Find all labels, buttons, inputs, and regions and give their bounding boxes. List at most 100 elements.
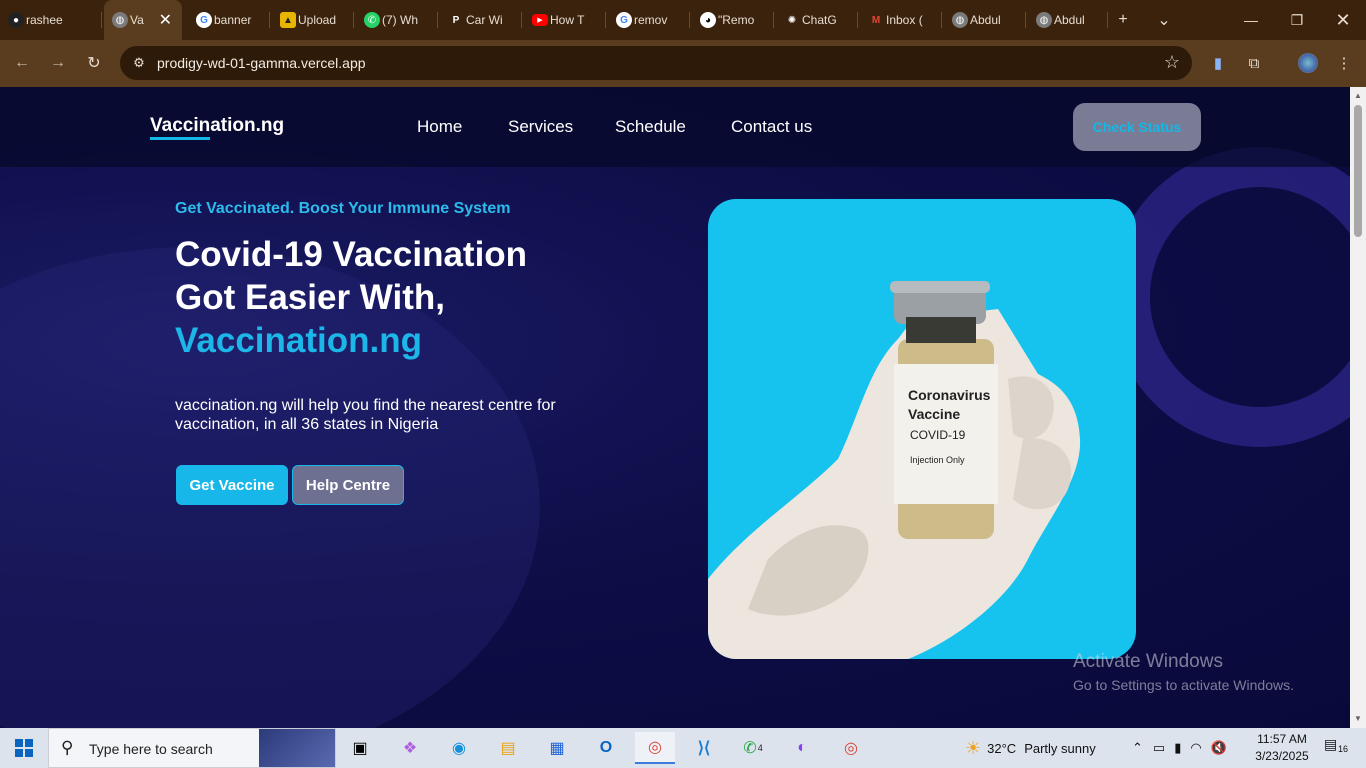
browser-tab[interactable]: ◕ "Remo (692, 0, 774, 40)
search-icon: ⚲ (61, 738, 74, 757)
forward-icon[interactable]: → (46, 51, 70, 75)
site-settings-icon[interactable]: ⚙ (130, 54, 148, 72)
file-explorer-icon[interactable]: ▤ (488, 732, 528, 764)
chatgpt-icon: ✺ (787, 14, 797, 26)
browser-tab-active[interactable]: ◍ Va ✕ (104, 0, 182, 40)
nav-services[interactable]: Services (508, 117, 573, 137)
hero-headline-line2: Got Easier With, (175, 278, 446, 317)
browser-tab[interactable]: ✺ ChatG (776, 0, 858, 40)
tab-search-button[interactable]: ⌄ (1152, 8, 1176, 32)
address-bar[interactable]: ⚙ prodigy-wd-01-gamma.vercel.app ☆ (120, 46, 1192, 80)
hero-headline-line1: Covid-19 Vaccination (175, 235, 528, 274)
vial-label-line2: Vaccine (908, 406, 961, 422)
nav-home[interactable]: Home (417, 117, 462, 137)
system-tray-icons: ⌃ ▭ ▮ ◠ 🔇 (1132, 728, 1227, 768)
wifi-icon[interactable]: ◠ (1190, 740, 1201, 756)
minimize-icon[interactable]: — (1228, 0, 1274, 40)
whatsapp-badge: 4 (757, 743, 763, 753)
microsoft-store-icon[interactable]: ▦ (537, 732, 577, 764)
back-icon[interactable]: ← (10, 51, 34, 75)
help-centre-button[interactable]: Help Centre (292, 465, 404, 505)
chevron-up-icon[interactable]: ⌃ (1132, 740, 1143, 756)
scroll-up-icon[interactable]: ▲ (1354, 91, 1362, 100)
tab-label: remov (634, 13, 668, 27)
browser-tab[interactable]: G remov (608, 0, 690, 40)
tab-label: (7) Wh (382, 13, 418, 27)
close-window-icon[interactable]: ✕ (1320, 0, 1366, 40)
gmail-icon: M (871, 14, 881, 26)
edge-icon[interactable]: ◉ (439, 732, 479, 764)
meet-now-icon[interactable]: ▭ (1153, 740, 1165, 756)
vial-label-line1: Coronavirus (908, 387, 991, 403)
browser-tab-strip: ● rashee ◍ Va ✕ G banner ▲ Upload ✆ (7) … (0, 0, 1366, 40)
hero-kicker: Get Vaccinated. Boost Your Immune System (175, 200, 511, 217)
upload-icon: ▲ (280, 12, 296, 28)
scroll-down-icon[interactable]: ▼ (1354, 714, 1362, 723)
site-logo[interactable]: Vaccination.ng (150, 115, 284, 137)
browser-tab[interactable]: ✆ (7) Wh (356, 0, 438, 40)
p-logo-icon: P (452, 14, 460, 26)
profile-avatar-icon[interactable] (1296, 51, 1320, 75)
tab-label: Inbox ( (886, 13, 923, 27)
browser-tab[interactable]: ● rashee (0, 0, 102, 40)
reload-icon[interactable]: ↻ (82, 51, 106, 75)
browser-tab[interactable]: P Car Wi (440, 0, 522, 40)
chrome-icon[interactable]: ◎ (635, 732, 675, 764)
tab-label: Va (130, 13, 144, 27)
get-vaccine-button[interactable]: Get Vaccine (176, 465, 288, 505)
hero-headline-brand: Vaccination.ng (175, 321, 422, 360)
url-text[interactable]: prodigy-wd-01-gamma.vercel.app (157, 55, 366, 71)
document-extension-icon[interactable]: ▮ (1206, 51, 1230, 75)
volume-muted-icon[interactable]: 🔇 (1211, 740, 1227, 756)
tab-label: Car Wi (466, 13, 503, 27)
windows-taskbar: ⚲ Type here to search ▣ ❖ ◉ ▤ ▦ O ◎ ⟩⟨ ✆… (0, 728, 1366, 768)
tab-label: ChatG (802, 13, 837, 27)
youtube-icon: ▶ (532, 14, 548, 26)
whatsapp-taskbar-icon[interactable]: ✆ 4 (733, 732, 773, 764)
background-ring (1110, 147, 1350, 447)
github-icon: ● (8, 12, 24, 28)
hero-vaccine-image: Coronavirus Vaccine COVID-19 Injection O… (708, 199, 1136, 659)
globe-icon: ◍ (1036, 12, 1052, 28)
taskbar-search-box[interactable]: ⚲ Type here to search (48, 728, 336, 768)
messenger-icon[interactable]: ◐ (782, 732, 822, 764)
chrome-profile-icon[interactable]: ◎ (831, 732, 871, 764)
nav-contact-us[interactable]: Contact us (731, 117, 812, 137)
battery-icon[interactable]: ▮ (1174, 740, 1181, 756)
partly-sunny-icon: ☀ (965, 737, 982, 758)
browser-tab[interactable]: ▶ How T (524, 0, 606, 40)
outlook-icon[interactable]: O (586, 732, 626, 764)
browser-tab[interactable]: ◍ Abdul (944, 0, 1026, 40)
search-highlight-image (259, 729, 335, 767)
browser-tab[interactable]: M Inbox ( (860, 0, 942, 40)
tab-label: Upload (298, 13, 337, 27)
notification-count: 16 (1336, 744, 1351, 754)
browser-tab[interactable]: ▲ Upload (272, 0, 354, 40)
hero-description: vaccination.ng will help you find the ne… (175, 397, 556, 433)
check-status-button[interactable]: Check Status (1073, 103, 1201, 151)
tab-label: banner (214, 13, 252, 27)
vscode-icon[interactable]: ⟩⟨ (684, 732, 724, 764)
copilot-icon[interactable]: ❖ (390, 732, 430, 764)
clock[interactable]: 11:57 AM 3/23/2025 (1252, 731, 1312, 765)
close-tab-icon[interactable]: ✕ (159, 10, 172, 30)
nav-schedule[interactable]: Schedule (615, 117, 686, 137)
browser-tab[interactable]: ◍ Abdul (1028, 0, 1108, 40)
page-viewport: Vaccination.ng Home Services Schedule Co… (0, 87, 1350, 728)
bookmark-star-icon[interactable]: ☆ (1164, 52, 1180, 73)
clock-date: 3/23/2025 (1255, 749, 1309, 763)
task-view-icon[interactable]: ▣ (340, 732, 380, 764)
weather-widget[interactable]: ☀ 32°C Partly sunny (965, 728, 1096, 768)
notification-center-icon[interactable]: ▤ 16 (1324, 736, 1351, 760)
windows-start-icon[interactable] (0, 728, 48, 768)
weather-temp: 32°C (987, 740, 1017, 756)
whatsapp-icon: ✆ (364, 12, 380, 28)
extensions-puzzle-icon[interactable]: ⧉ (1242, 51, 1266, 75)
page-scrollbar[interactable]: ▲ ▼ (1350, 87, 1366, 728)
browser-menu-icon[interactable]: ⋮ (1332, 51, 1356, 75)
new-tab-button[interactable]: + (1111, 8, 1135, 32)
browser-toolbar: ← → ↻ ⚙ prodigy-wd-01-gamma.vercel.app ☆… (0, 40, 1366, 87)
restore-icon[interactable]: ❐ (1274, 0, 1320, 40)
browser-tab[interactable]: G banner (188, 0, 270, 40)
scrollbar-thumb[interactable] (1354, 105, 1362, 237)
